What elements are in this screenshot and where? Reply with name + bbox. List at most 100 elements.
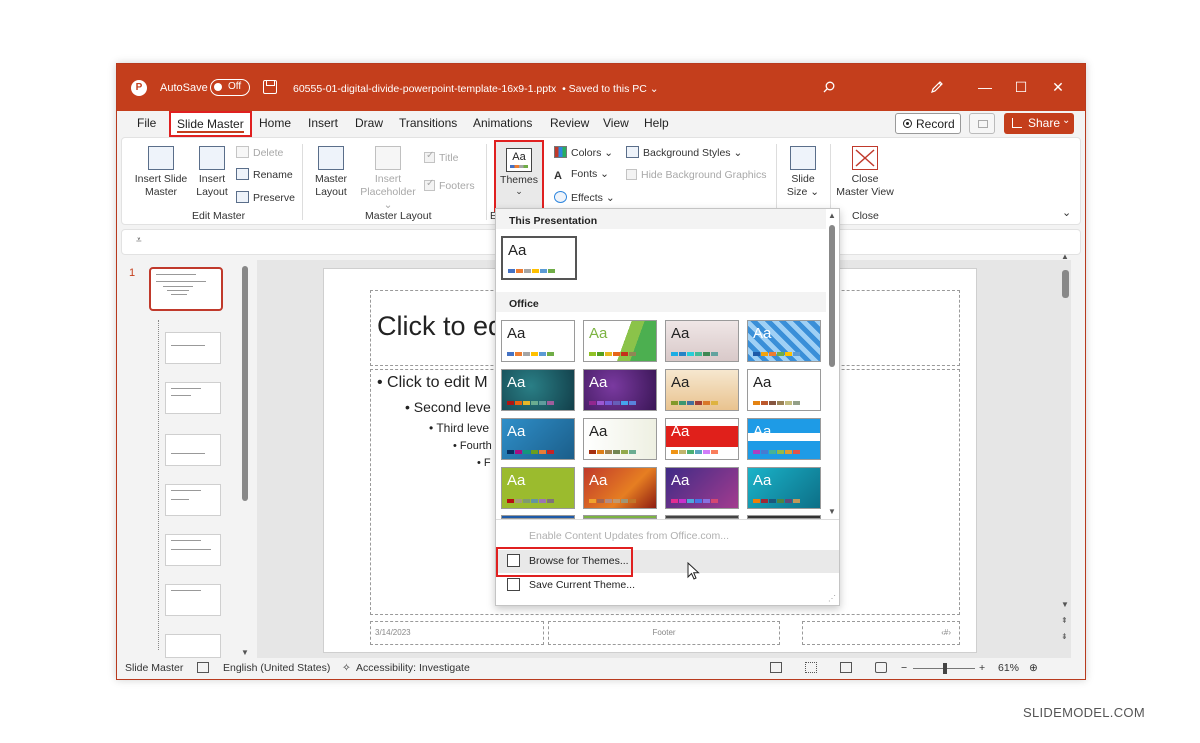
theme-tile-ion-boardroom[interactable]: Aa bbox=[747, 320, 821, 362]
tab-slide-master[interactable]: Slide Master bbox=[169, 111, 252, 137]
layout-thumbnail[interactable] bbox=[165, 332, 221, 364]
zoom-slider-knob[interactable] bbox=[943, 663, 947, 674]
colors-button[interactable]: Colors ⌄ bbox=[554, 146, 613, 159]
scroll-down-arrow-icon[interactable]: ▼ bbox=[241, 648, 249, 657]
theme-tile-integral[interactable]: Aa bbox=[665, 320, 739, 362]
resize-grip-icon[interactable]: ⋰ bbox=[828, 594, 836, 603]
tab-home[interactable]: Home bbox=[259, 116, 291, 134]
scrollbar-thumb[interactable] bbox=[242, 266, 248, 501]
theme-tile-facet[interactable]: Aa bbox=[583, 320, 657, 362]
scroll-up-arrow-icon[interactable]: ▲ bbox=[1061, 252, 1069, 261]
scroll-up-arrow-icon[interactable]: ▲ bbox=[828, 211, 836, 220]
theme-tile-circuit[interactable]: Aa bbox=[747, 467, 821, 509]
tab-transitions[interactable]: Transitions bbox=[399, 116, 457, 134]
autosave-toggle[interactable]: Off bbox=[210, 79, 250, 96]
title-checkbox[interactable]: Title bbox=[424, 150, 458, 164]
tab-animations[interactable]: Animations bbox=[473, 116, 532, 134]
master-layout-button[interactable]: Master Layout bbox=[310, 146, 352, 199]
save-current-theme-item[interactable]: Save Current Theme... bbox=[496, 574, 839, 597]
layout-thumbnail[interactable] bbox=[165, 634, 221, 658]
ribbon-collapse-chevron-icon[interactable]: ⌄ bbox=[1062, 206, 1071, 219]
footers-checkbox[interactable]: Footers bbox=[424, 178, 475, 192]
layout-thumbnail[interactable] bbox=[165, 584, 221, 616]
save-icon[interactable] bbox=[263, 80, 277, 94]
slide-master-thumbnail[interactable] bbox=[149, 267, 223, 311]
theme-tile-celestial[interactable]: Aa bbox=[747, 418, 821, 460]
document-title[interactable]: 60555-01-digital-divide-powerpoint-templ… bbox=[293, 83, 659, 95]
tab-file[interactable]: File bbox=[137, 116, 156, 134]
rename-button[interactable]: Rename bbox=[236, 168, 293, 181]
thumbnail-scrollbar[interactable]: ▼ bbox=[241, 266, 249, 657]
layout-thumbnail[interactable] bbox=[165, 534, 221, 566]
theme-tile-retrospect[interactable]: Aa bbox=[747, 369, 821, 411]
tab-draw[interactable]: Draw bbox=[355, 116, 383, 134]
share-button[interactable]: Share ⌄ bbox=[1004, 113, 1074, 134]
slide-size-button[interactable]: Slide Size ⌄ bbox=[782, 146, 824, 199]
maximize-icon[interactable]: ☐ bbox=[1011, 77, 1031, 97]
theme-tile-ion[interactable]: Aa bbox=[501, 369, 575, 411]
accessibility-text[interactable]: Accessibility: Investigate bbox=[356, 662, 470, 674]
tab-review[interactable]: Review bbox=[550, 116, 589, 134]
tab-help[interactable]: Help bbox=[644, 116, 669, 134]
comments-button[interactable] bbox=[969, 113, 995, 134]
zoom-in-icon[interactable]: + bbox=[979, 662, 985, 674]
scroll-down-arrow-icon[interactable]: ▼ bbox=[1061, 600, 1069, 609]
search-icon[interactable] bbox=[823, 81, 835, 93]
slide-sorter-icon[interactable] bbox=[805, 662, 817, 673]
gallery-scrollbar[interactable]: ▲ ▼ bbox=[826, 211, 838, 519]
theme-tile-main-event[interactable]: Aa bbox=[501, 467, 575, 509]
insert-placeholder-button[interactable]: Insert Placeholder ⌄ bbox=[356, 146, 420, 212]
hide-background-graphics-checkbox[interactable]: Hide Background Graphics bbox=[626, 169, 766, 181]
themes-button[interactable]: Aa Themes ⌄ bbox=[494, 140, 544, 212]
fonts-button[interactable]: A Fonts ⌄ bbox=[554, 168, 609, 182]
theme-tile-wisp[interactable]: Aa bbox=[583, 418, 657, 460]
close-window-icon[interactable]: ✕ bbox=[1048, 77, 1068, 97]
tab-view[interactable]: View bbox=[603, 116, 629, 134]
theme-tile-office[interactable]: Aa bbox=[501, 320, 575, 362]
delete-button[interactable]: Delete bbox=[236, 146, 283, 159]
scroll-down-arrow-icon[interactable]: ▼ bbox=[828, 507, 836, 516]
layout-thumbnail[interactable] bbox=[165, 484, 221, 516]
zoom-out-icon[interactable]: − bbox=[901, 662, 907, 674]
date-placeholder[interactable]: 3/14/2023 bbox=[370, 621, 544, 645]
theme-tile-ion-purple[interactable]: Aa bbox=[583, 369, 657, 411]
previous-slide-icon[interactable]: ⇞ bbox=[1061, 616, 1068, 625]
enable-content-updates-item[interactable]: Enable Content Updates from Office.com..… bbox=[496, 525, 839, 548]
theme-tile-current[interactable]: Aa bbox=[501, 236, 577, 280]
chevron-down-icon[interactable]: ⌄ bbox=[1062, 115, 1070, 126]
footer-placeholder[interactable]: Footer bbox=[548, 621, 780, 645]
theme-tile-slice[interactable]: Aa bbox=[501, 418, 575, 460]
theme-tile-berlin[interactable]: Aa bbox=[665, 418, 739, 460]
theme-tile-gallery[interactable]: Aa bbox=[583, 467, 657, 509]
effects-button[interactable]: Effects ⌄ bbox=[554, 191, 615, 204]
customize-toolbar-icon[interactable]: ⩡ bbox=[136, 235, 142, 246]
minimize-icon[interactable]: — bbox=[975, 77, 995, 97]
group-divider bbox=[486, 144, 487, 220]
canvas-scrollbar[interactable]: ▲ ▼ ⇞ ⇟ bbox=[1061, 252, 1071, 658]
preserve-button[interactable]: Preserve bbox=[236, 191, 295, 204]
next-slide-icon[interactable]: ⇟ bbox=[1061, 632, 1068, 641]
layout-thumbnail[interactable] bbox=[165, 434, 221, 466]
theme-tile-organic[interactable]: Aa bbox=[665, 369, 739, 411]
zoom-level[interactable]: 61% bbox=[998, 662, 1019, 674]
record-button[interactable]: Record bbox=[895, 113, 961, 134]
background-styles-button[interactable]: Background Styles ⌄ bbox=[626, 146, 742, 159]
insert-layout-button[interactable]: Insert Layout bbox=[192, 146, 232, 199]
scrollbar-thumb[interactable] bbox=[1062, 270, 1069, 298]
language-text[interactable]: English (United States) bbox=[223, 662, 330, 674]
designer-pen-icon[interactable] bbox=[930, 80, 944, 94]
reading-view-icon[interactable] bbox=[840, 662, 852, 673]
close-master-label-2: Master View bbox=[836, 186, 894, 198]
fit-slide-icon[interactable]: ⊕ bbox=[1029, 662, 1038, 674]
slide-show-icon[interactable] bbox=[875, 662, 887, 673]
slide-number-placeholder[interactable]: ‹#› bbox=[802, 621, 960, 645]
accessibility-icon[interactable]: ✧ bbox=[342, 662, 351, 674]
close-master-view-button[interactable]: Close Master View bbox=[834, 146, 896, 199]
tab-insert[interactable]: Insert bbox=[308, 116, 338, 134]
theme-tile-parallax[interactable]: Aa bbox=[665, 467, 739, 509]
normal-view-icon[interactable] bbox=[770, 662, 782, 673]
spelling-check-icon[interactable] bbox=[197, 662, 209, 673]
layout-thumbnail[interactable] bbox=[165, 382, 221, 414]
scrollbar-thumb[interactable] bbox=[829, 225, 835, 367]
insert-slide-master-button[interactable]: Insert Slide Master bbox=[134, 146, 188, 199]
